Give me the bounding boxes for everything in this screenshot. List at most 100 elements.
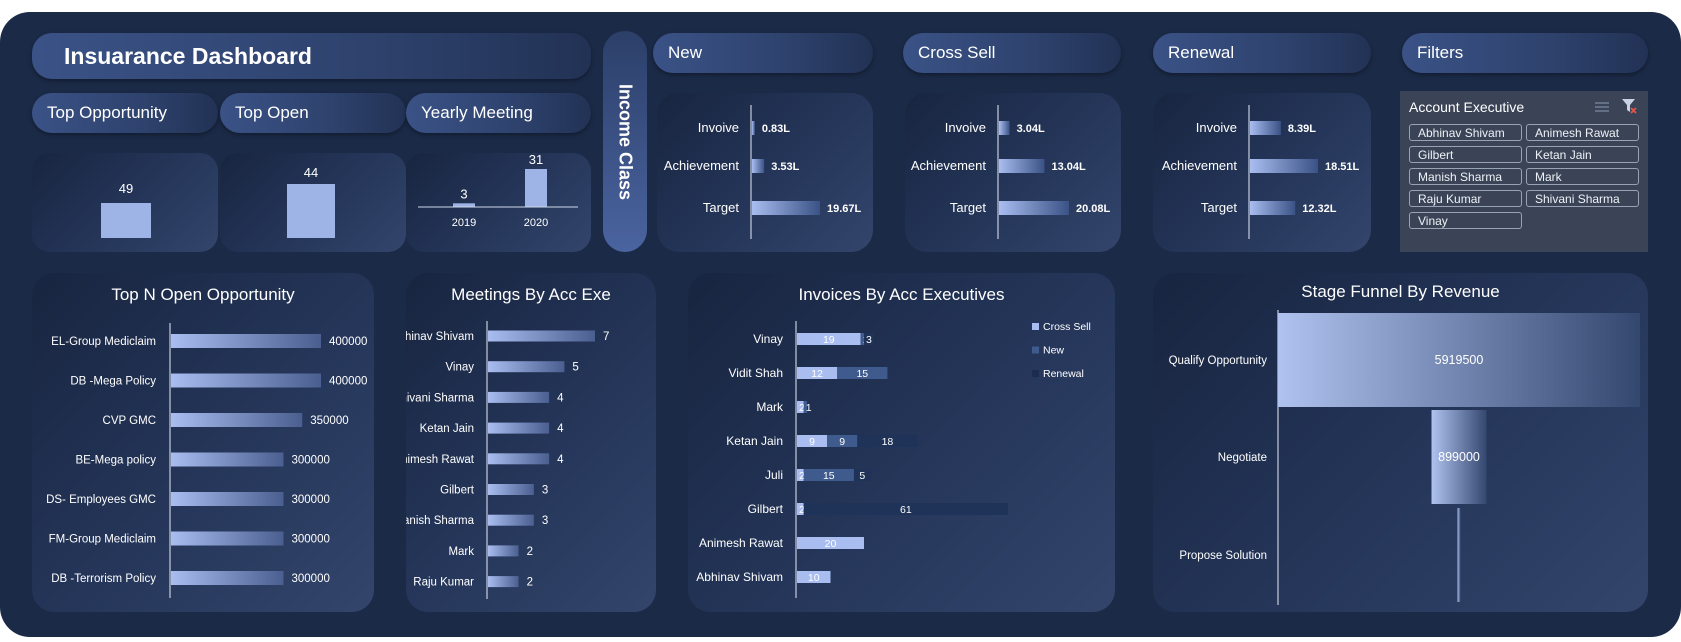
filter-chip-manish-sharma[interactable]: Manish Sharma [1409, 168, 1522, 185]
top-n-panel: Top N Open Opportunity EL-Group Mediclai… [32, 273, 374, 612]
bar-el-group-mediclaim [171, 334, 321, 348]
multi-select-icon[interactable] [1593, 99, 1611, 115]
bar-invoive [752, 121, 755, 135]
category-label-animesh-rawat: Animesh Rawat [406, 454, 475, 466]
bar-target [1250, 201, 1296, 215]
kpi-header-label: Yearly Meeting [421, 103, 533, 122]
filter-chip-shivani-sharma[interactable]: Shivani Sharma [1526, 190, 1639, 207]
data-label-ketan-jain-cross-sell: 9 [809, 436, 815, 448]
category-label-shivani-sharma: Shivani Sharma [406, 392, 475, 404]
category-label-mark: Mark [448, 546, 474, 558]
filter-chip-raju-kumar[interactable]: Raju Kumar [1409, 190, 1522, 207]
data-label-fm-group-mediclaim: 300000 [292, 534, 330, 546]
category-label-gilbert: Gilbert [440, 485, 475, 497]
top-n-chart: EL-Group Mediclaim 400000 DB -Mega Policy 4… [46, 323, 367, 598]
data-label-vinay: 5 [572, 362, 578, 374]
funnel-bar-propose-solution [1457, 508, 1461, 602]
bar-2020 [525, 169, 547, 207]
account-executive-slicer: Account Executive Abhinav Shivam Animesh… [1400, 91, 1648, 252]
data-label-shivani-sharma: 4 [557, 392, 564, 404]
filter-chip-mark[interactable]: Mark [1526, 168, 1639, 185]
data-label-achievement: 3.53L [771, 161, 799, 173]
category-label-achievement: Achievement [911, 158, 987, 173]
category-label-vinay: Vinay [753, 332, 783, 346]
kpi-panel-top-open: 44 [220, 153, 406, 252]
category-label-fm-group-mediclaim: FM-Group Mediclaim [49, 534, 156, 546]
kpi-header-top-open: Top Open [220, 93, 406, 133]
kpi-header-label: Top Opportunity [47, 103, 168, 122]
data-label-ketan-jain-renewal: 18 [882, 436, 894, 448]
cross-sell-chart: Invoive 3.04L Achievement 13.04L Target 20.08… [911, 105, 1111, 239]
bar-ketan-jain [488, 422, 550, 434]
section-header-filters: Filters [1402, 33, 1648, 73]
data-label-2019: 3 [460, 186, 467, 201]
category-label-target: Target [950, 200, 987, 215]
category-label-ketan-jain: Ketan Jain [726, 434, 783, 448]
bar-cvp-gmc [171, 413, 303, 427]
bar-achievement [999, 159, 1045, 173]
bar-2019 [453, 203, 475, 207]
data-label-achievement: 18.51L [1325, 161, 1360, 173]
bar-gilbert [488, 484, 534, 495]
data-label-animesh-rawat-cross-sell: 20 [825, 538, 837, 550]
data-label-db-mega-policy: 400000 [329, 376, 367, 388]
dashboard-title-bar: Insuarance Dashboard [32, 33, 591, 79]
data-label-target: 19.67L [827, 203, 862, 215]
funnel-chart: Qualify Opportunity 5919500 Negotiate 89900… [1169, 310, 1640, 605]
category-label-invoive: Invoive [698, 120, 739, 135]
renewal-chart: Invoive 8.39L Achievement 18.51L Target 12.32… [1162, 105, 1360, 239]
dashboard-title: Insuarance Dashboard [64, 42, 312, 69]
filter-chip-animesh-rawat[interactable]: Animesh Rawat [1526, 124, 1639, 141]
data-label-target: 12.32L [1302, 203, 1337, 215]
data-label-abhinav-shivam-cross-sell: 10 [808, 572, 820, 584]
data-label-ketan-jain-new: 9 [839, 436, 845, 448]
clear-filter-icon[interactable] [1620, 97, 1638, 115]
category-label-be-mega-policy: BE-Mega policy [75, 455, 156, 467]
kpi-value-top-open: 44 [304, 165, 318, 180]
invoices-panel: Invoices By Acc Executives Vinay1913Vidi… [688, 273, 1115, 612]
data-label-target: 20.08L [1076, 203, 1111, 215]
bar-db-mega-policy [171, 373, 321, 388]
cross-sell-panel: Invoive 3.04L Achievement 13.04L Target 20.08… [905, 93, 1121, 252]
bar-manish-sharma [488, 514, 534, 526]
category-label-gilbert: Gilbert [748, 502, 784, 516]
category-label-invoive: Invoive [945, 120, 986, 135]
bar-shivani-sharma [488, 391, 550, 403]
filter-chip-ketan-jain[interactable]: Ketan Jain [1526, 146, 1639, 163]
category-label-cvp-gmc: CVP GMC [103, 415, 156, 427]
new-panel: Invoive 0.83L Achievement 3.53L Target 19.67L [657, 93, 873, 252]
income-class-banner: Income Class [603, 31, 647, 252]
filter-chip-gilbert[interactable]: Gilbert [1409, 146, 1522, 163]
section-header-new: New [653, 33, 873, 73]
bar-raju-kumar [488, 576, 519, 588]
filter-chip-vinay[interactable]: Vinay [1409, 212, 1522, 229]
kpi-chart-top-open: 44 [287, 165, 335, 238]
bar-db-terrorism-policy [171, 571, 284, 585]
data-label-invoive: 8.39L [1288, 123, 1316, 135]
category-label-abhinav-shivam: Abhinav Shivam [406, 331, 474, 343]
section-header-label: New [668, 43, 703, 62]
bar-target [999, 201, 1069, 215]
funnel-panel: Stage Funnel By Revenue Qualify Opportun… [1153, 273, 1648, 612]
category-label-invoive: Invoive [1196, 120, 1237, 135]
data-label-db-terrorism-policy: 300000 [292, 573, 330, 585]
bar-invoive [999, 121, 1010, 135]
bar-achievement [752, 159, 765, 173]
category-label-abhinav-shivam: Abhinav Shivam [696, 570, 783, 584]
data-label-juli-renewal: 5 [859, 470, 865, 482]
filter-chip-abhinav-shivam[interactable]: Abhinav Shivam [1409, 124, 1522, 141]
data-label-juli-new: 15 [823, 470, 835, 482]
category-label-animesh-rawat: Animesh Rawat [699, 536, 784, 550]
category-label-target: Target [1201, 200, 1238, 215]
data-label-achievement: 13.04L [1051, 161, 1086, 173]
bar-target [752, 201, 820, 215]
data-label-abhinav-shivam: 7 [603, 331, 609, 343]
category-label-manish-sharma: Manish Sharma [406, 515, 475, 527]
category-label-qualify-opportunity: Qualify Opportunity [1169, 355, 1268, 367]
data-label-el-group-mediclaim: 400000 [329, 336, 367, 348]
category-label-el-group-mediclaim: EL-Group Mediclaim [51, 336, 156, 348]
category-label-raju-kumar: Raju Kumar [413, 577, 474, 589]
category-label-vidit-shah: Vidit Shah [729, 366, 784, 380]
kpi-panel-top-opportunity: 49 [32, 153, 218, 252]
category-label-mark: Mark [756, 400, 784, 414]
